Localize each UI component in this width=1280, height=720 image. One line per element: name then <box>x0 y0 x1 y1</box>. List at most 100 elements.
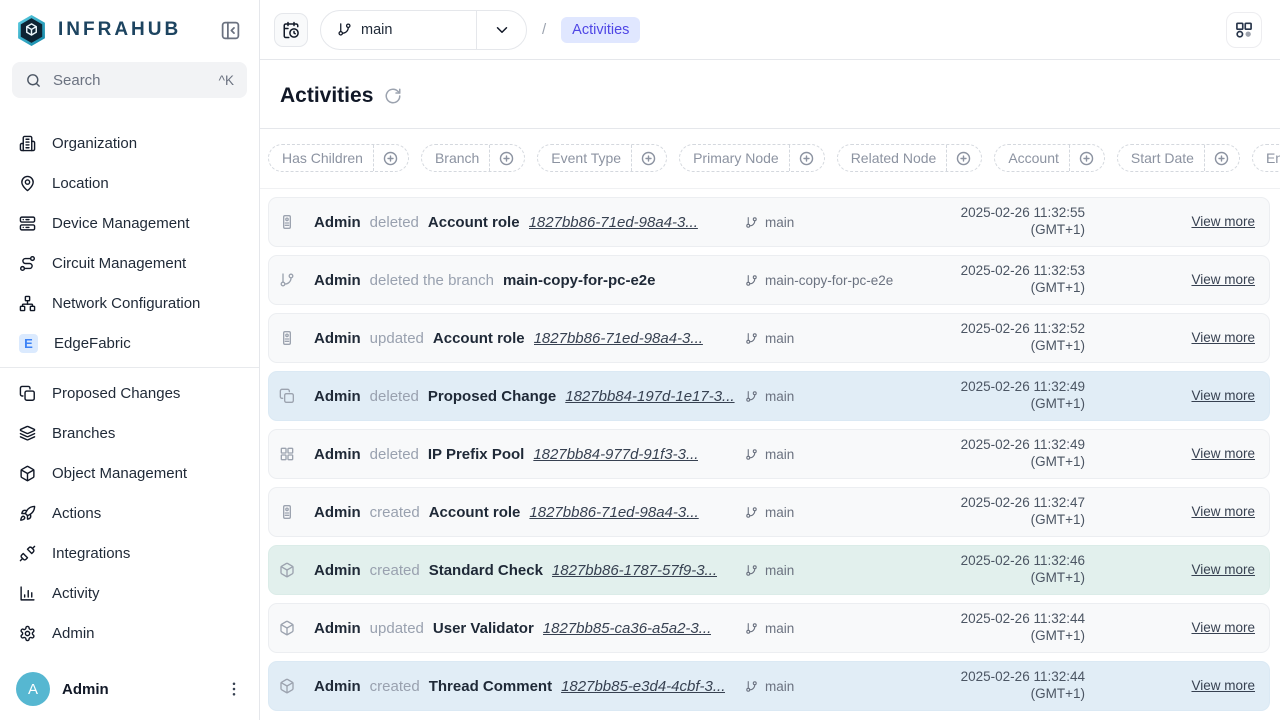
avatar: A <box>16 672 50 706</box>
filter-add-button[interactable] <box>1213 150 1230 167</box>
activity-object-link[interactable]: 1827bb86-71ed-98a4-3... <box>534 330 703 347</box>
filter-add-button[interactable] <box>798 150 815 167</box>
filter-chip[interactable]: Event Type <box>537 144 667 172</box>
filter-chip-divider <box>489 145 490 171</box>
activity-object-link[interactable]: 1827bb84-977d-91f3-3... <box>533 446 698 463</box>
filter-chip[interactable]: Account <box>994 144 1105 172</box>
layers-icon <box>19 425 36 442</box>
filter-chip[interactable]: End Date <box>1252 144 1280 172</box>
view-more-link[interactable]: View more <box>1191 330 1255 345</box>
sidebar: INFRAHUB Search ^K Organization Location <box>0 0 260 720</box>
sidebar-item[interactable]: Proposed Changes <box>0 373 259 413</box>
activity-row[interactable]: Admin deleted Account role 1827bb86-71ed… <box>268 197 1270 247</box>
sidebar-item-label: Branches <box>52 425 115 442</box>
activity-row[interactable]: Admin deleted Proposed Change 1827bb84-1… <box>268 371 1270 421</box>
filter-add-button[interactable] <box>382 150 399 167</box>
filter-bar: Has Children Branch <box>260 129 1280 189</box>
view-more-link[interactable]: View more <box>1191 272 1255 287</box>
sidebar-item[interactable]: Network Configuration <box>0 283 259 323</box>
view-more-link[interactable]: View more <box>1191 446 1255 461</box>
activity-row[interactable]: Admin created Account role 1827bb86-71ed… <box>268 487 1270 537</box>
sidebar-item[interactable]: E EdgeFabric <box>0 323 259 355</box>
branch-dropdown-toggle[interactable] <box>476 11 526 49</box>
activity-object-link[interactable]: 1827bb86-1787-57f9-3... <box>552 562 717 579</box>
activity-timezone: (GMT+1) <box>950 686 1085 703</box>
view-more-link[interactable]: View more <box>1191 504 1255 519</box>
activity-row[interactable]: Admin created Thread Comment 1827bb85-e3… <box>268 661 1270 711</box>
activity-branch-name: main <box>765 331 794 346</box>
activity-branch-name: main <box>765 563 794 578</box>
view-more-link[interactable]: View more <box>1191 214 1255 229</box>
activity-row[interactable]: Admin deleted IP Prefix Pool 1827bb84-97… <box>268 429 1270 479</box>
refresh-button[interactable] <box>384 87 402 105</box>
activity-action: updated <box>370 620 424 637</box>
user-menu-button[interactable] <box>225 680 243 698</box>
filter-chip[interactable]: Primary Node <box>679 144 825 172</box>
activity-row[interactable]: Admin updated User Validator 1827bb85-ca… <box>268 603 1270 653</box>
activity-summary: Admin updated Account role 1827bb86-71ed… <box>305 330 745 347</box>
sidebar-item-label: Object Management <box>52 465 187 482</box>
sidebar-item[interactable]: Activity <box>0 573 259 613</box>
activity-timezone: (GMT+1) <box>950 338 1085 355</box>
sidebar-item-label: Activity <box>52 585 100 602</box>
filter-add-button[interactable] <box>640 150 657 167</box>
sidebar-item[interactable]: Device Management <box>0 203 259 243</box>
filter-chip-divider <box>946 145 947 171</box>
sidebar-collapse-button[interactable] <box>220 20 241 41</box>
sidebar-item[interactable]: Object Management <box>0 453 259 493</box>
branch-icon <box>745 622 758 635</box>
id-card-icon <box>279 214 295 230</box>
activity-row[interactable]: Admin updated Account role 1827bb86-71ed… <box>268 313 1270 363</box>
sidebar-item[interactable]: Branches <box>0 413 259 453</box>
sidebar-item-label: Network Configuration <box>52 295 200 312</box>
view-more-link[interactable]: View more <box>1191 562 1255 577</box>
activity-object-link[interactable]: 1827bb85-ca36-a5a2-3... <box>543 620 711 637</box>
sidebar-item[interactable]: Organization <box>0 123 259 163</box>
content: Activities Has Children <box>260 60 1280 720</box>
filter-add-button[interactable] <box>955 150 972 167</box>
activity-view-more-cell: View more <box>1085 445 1255 463</box>
filter-chip[interactable]: Start Date <box>1117 144 1240 172</box>
sidebar-item[interactable]: Location <box>0 163 259 203</box>
activity-object-type: Account role <box>428 214 520 231</box>
activity-row[interactable]: Admin created Standard Check 1827bb86-17… <box>268 545 1270 595</box>
activity-object-link[interactable]: 1827bb86-71ed-98a4-3... <box>529 214 698 231</box>
activity-action: deleted the branch <box>370 272 494 289</box>
sidebar-item[interactable]: Circuit Management <box>0 243 259 283</box>
activity-view-more-cell: View more <box>1085 619 1255 637</box>
sidebar-item[interactable]: Integrations <box>0 533 259 573</box>
activity-summary: Admin deleted IP Prefix Pool 1827bb84-97… <box>305 446 745 463</box>
apps-button[interactable] <box>1226 12 1262 48</box>
activity-actor: Admin <box>314 504 361 521</box>
activity-object-link[interactable]: 1827bb85-e3d4-4cbf-3... <box>561 678 725 695</box>
activity-timezone: (GMT+1) <box>950 280 1085 297</box>
filter-add-button[interactable] <box>498 150 515 167</box>
search-input[interactable]: Search ^K <box>12 62 247 98</box>
activity-object-type: Proposed Change <box>428 388 556 405</box>
sidebar-item[interactable]: Admin <box>0 613 259 653</box>
branch-selector[interactable]: main <box>320 10 527 50</box>
cube-icon <box>279 620 295 636</box>
sidebar-menu-secondary: Proposed Changes Branches Object Managem… <box>0 373 259 653</box>
filter-chip[interactable]: Branch <box>421 144 525 172</box>
activity-timestamp: 2025-02-26 11:32:44 (GMT+1) <box>950 669 1085 703</box>
activity-timezone: (GMT+1) <box>950 512 1085 529</box>
filter-add-button[interactable] <box>1078 150 1095 167</box>
sidebar-item[interactable]: Actions <box>0 493 259 533</box>
activity-object-link[interactable]: 1827bb86-71ed-98a4-3... <box>529 504 698 521</box>
filter-chip[interactable]: Has Children <box>268 144 409 172</box>
activity-object-type: IP Prefix Pool <box>428 446 524 463</box>
timeline-button[interactable] <box>274 13 308 47</box>
branch-current[interactable]: main <box>321 11 476 49</box>
view-more-link[interactable]: View more <box>1191 388 1255 403</box>
activity-row[interactable]: Admin deleted the branch main-copy-for-p… <box>268 255 1270 305</box>
activity-object-type: main-copy-for-pc-e2e <box>503 272 656 289</box>
view-more-link[interactable]: View more <box>1191 620 1255 635</box>
breadcrumb-current[interactable]: Activities <box>561 17 640 43</box>
activity-summary: Admin created Thread Comment 1827bb85-e3… <box>305 678 745 695</box>
activity-object-link[interactable]: 1827bb84-197d-1e17-3... <box>565 388 734 405</box>
activity-branch: main <box>745 505 950 520</box>
view-more-link[interactable]: View more <box>1191 678 1255 693</box>
activity-date: 2025-02-26 11:32:55 <box>950 205 1085 222</box>
filter-chip[interactable]: Related Node <box>837 144 983 172</box>
